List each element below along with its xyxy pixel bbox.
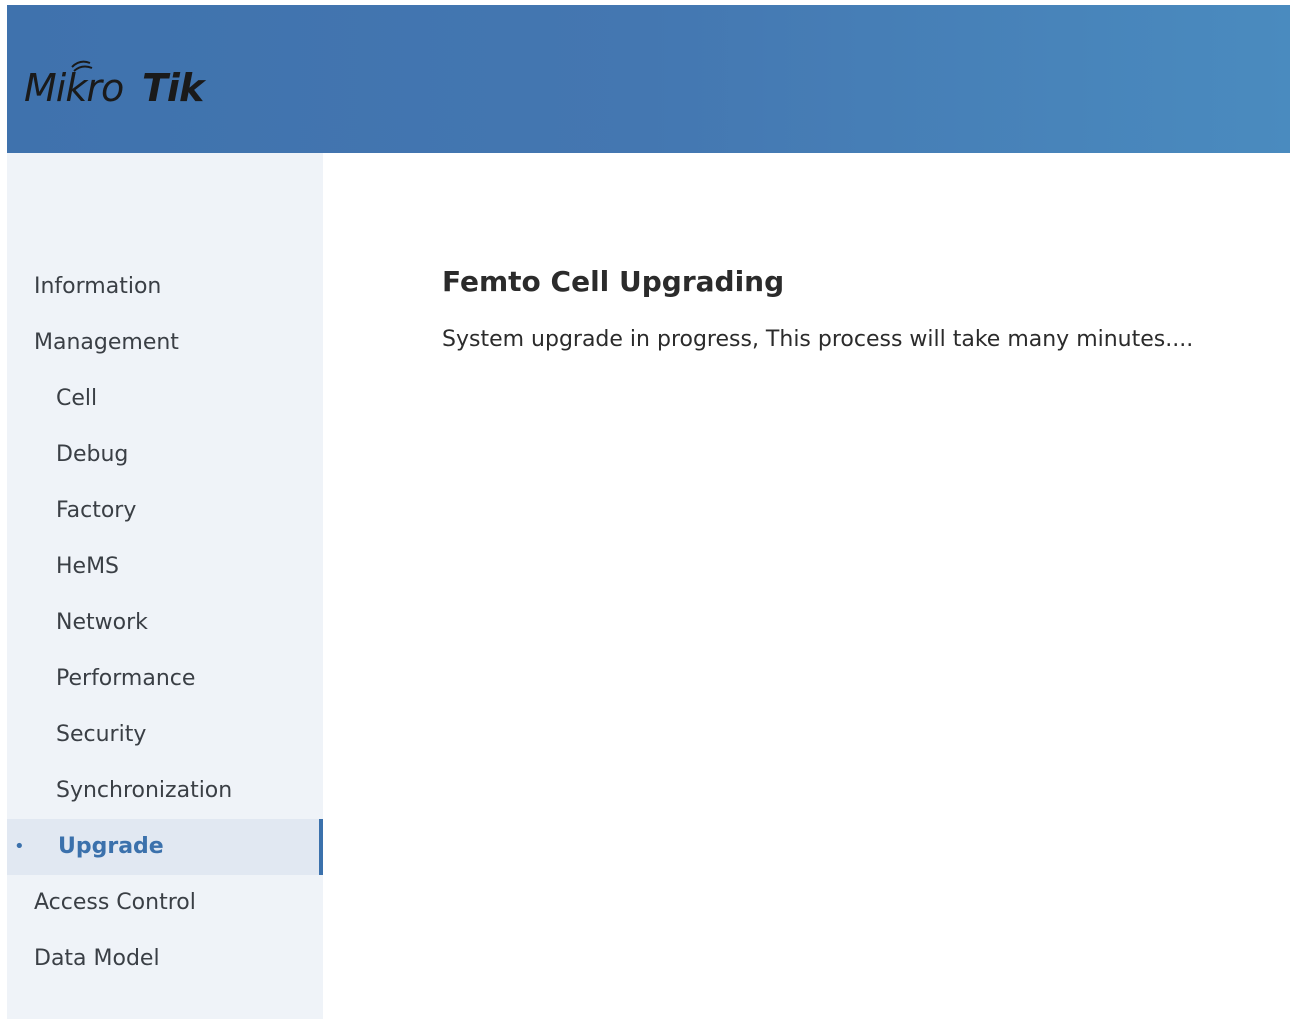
sidebar-item-label: Network: [56, 610, 148, 635]
sidebar-item-management[interactable]: Management: [7, 315, 323, 371]
sidebar-item-label: Information: [34, 274, 162, 299]
sidebar-item-label: Cell: [56, 386, 98, 411]
sidebar-item-hems[interactable]: HeMS: [7, 539, 323, 595]
sidebar-item-label: Upgrade: [58, 834, 164, 859]
svg-text:Mikro: Mikro: [24, 66, 123, 107]
sidebar-item-debug[interactable]: Debug: [7, 427, 323, 483]
sidebar-item-label: Security: [56, 722, 147, 747]
page-title: Femto Cell Upgrading: [442, 265, 785, 298]
header-bar: Mikro Tik: [7, 5, 1290, 153]
sidebar-item-data-model[interactable]: Data Model: [7, 931, 323, 987]
sidebar-item-label: Debug: [56, 442, 129, 467]
sidebar-item-label: Management: [34, 330, 179, 355]
sidebar-item-label: Data Model: [34, 946, 160, 971]
sidebar-item-access-control[interactable]: Access Control: [7, 875, 323, 931]
sidebar-item-network[interactable]: Network: [7, 595, 323, 651]
svg-text:Tik: Tik: [142, 66, 207, 107]
sidebar-item-performance[interactable]: Performance: [7, 651, 323, 707]
sidebar-item-label: Synchronization: [56, 778, 233, 803]
sidebar-item-label: Performance: [56, 666, 196, 691]
main-content: Femto Cell Upgrading System upgrade in p…: [323, 153, 1290, 1019]
sidebar-item-factory[interactable]: Factory: [7, 483, 323, 539]
sidebar-item-synchronization[interactable]: Synchronization: [7, 763, 323, 819]
sidebar-item-label: Factory: [56, 498, 137, 523]
active-bullet-icon: •: [14, 836, 25, 857]
sidebar-item-cell[interactable]: Cell: [7, 371, 323, 427]
mikrotik-logo[interactable]: Mikro Tik: [24, 57, 224, 107]
sidebar-item-label: HeMS: [56, 554, 120, 579]
sidebar-item-label: Access Control: [34, 890, 196, 915]
app-window: Mikro Tik Information Management Cell De…: [7, 5, 1290, 1019]
sidebar-nav: Information Management Cell Debug Factor…: [7, 153, 323, 1019]
sidebar-item-information[interactable]: Information: [7, 259, 323, 315]
sidebar-item-security[interactable]: Security: [7, 707, 323, 763]
upgrade-status-message: System upgrade in progress, This process…: [442, 327, 1194, 352]
sidebar-item-upgrade[interactable]: • Upgrade: [7, 819, 323, 875]
